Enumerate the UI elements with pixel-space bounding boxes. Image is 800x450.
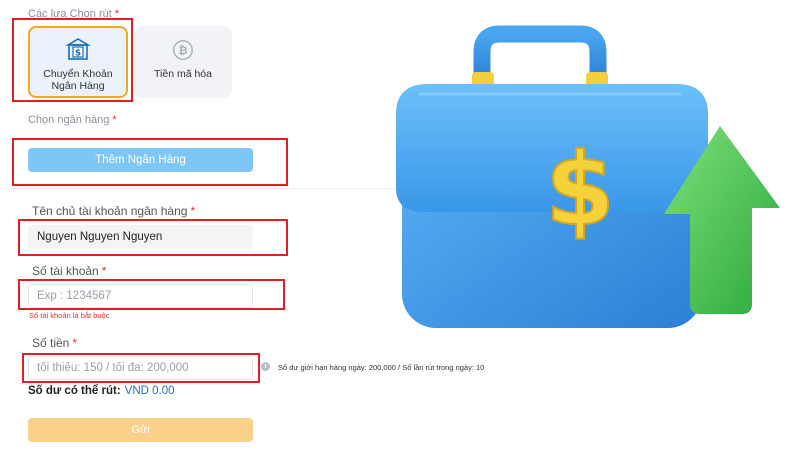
account-holder-label: Tên chủ tài khoản ngân hàng * bbox=[32, 204, 196, 218]
briefcase-dollar-arrow-illustration: $ bbox=[396, 25, 780, 328]
highlight-box-method bbox=[12, 18, 133, 102]
info-icon[interactable]: i bbox=[261, 362, 270, 371]
highlight-box-amount bbox=[22, 353, 260, 383]
method-crypto[interactable]: ₿ Tiền mã hóa bbox=[134, 26, 232, 98]
highlight-box-holder bbox=[18, 219, 288, 256]
method-crypto-label: Tiền mã hóa bbox=[154, 68, 212, 80]
svg-text:₿: ₿ bbox=[178, 44, 187, 57]
divider bbox=[10, 188, 400, 189]
amount-label: Số tiền * bbox=[32, 336, 78, 350]
submit-button[interactable]: Gửi bbox=[28, 418, 253, 442]
bank-label: Chọn ngân hàng * bbox=[28, 114, 117, 126]
highlight-box-account bbox=[18, 279, 285, 310]
bitcoin-icon: ₿ bbox=[173, 40, 193, 60]
highlight-box-bank bbox=[12, 138, 288, 186]
account-number-error: Số tài khoản là bắt buộc bbox=[29, 311, 110, 320]
account-number-label: Số tài khoản * bbox=[32, 264, 107, 278]
balance-value: VND 0.00 bbox=[124, 385, 175, 397]
available-balance: Số dư có thể rút: VND 0.00 bbox=[28, 385, 175, 397]
balance-label: Số dư có thể rút: bbox=[28, 385, 121, 397]
svg-text:$: $ bbox=[545, 131, 615, 248]
daily-limit-info: Số dư giới hạn hàng ngày: 200,000 / Số l… bbox=[278, 363, 485, 372]
